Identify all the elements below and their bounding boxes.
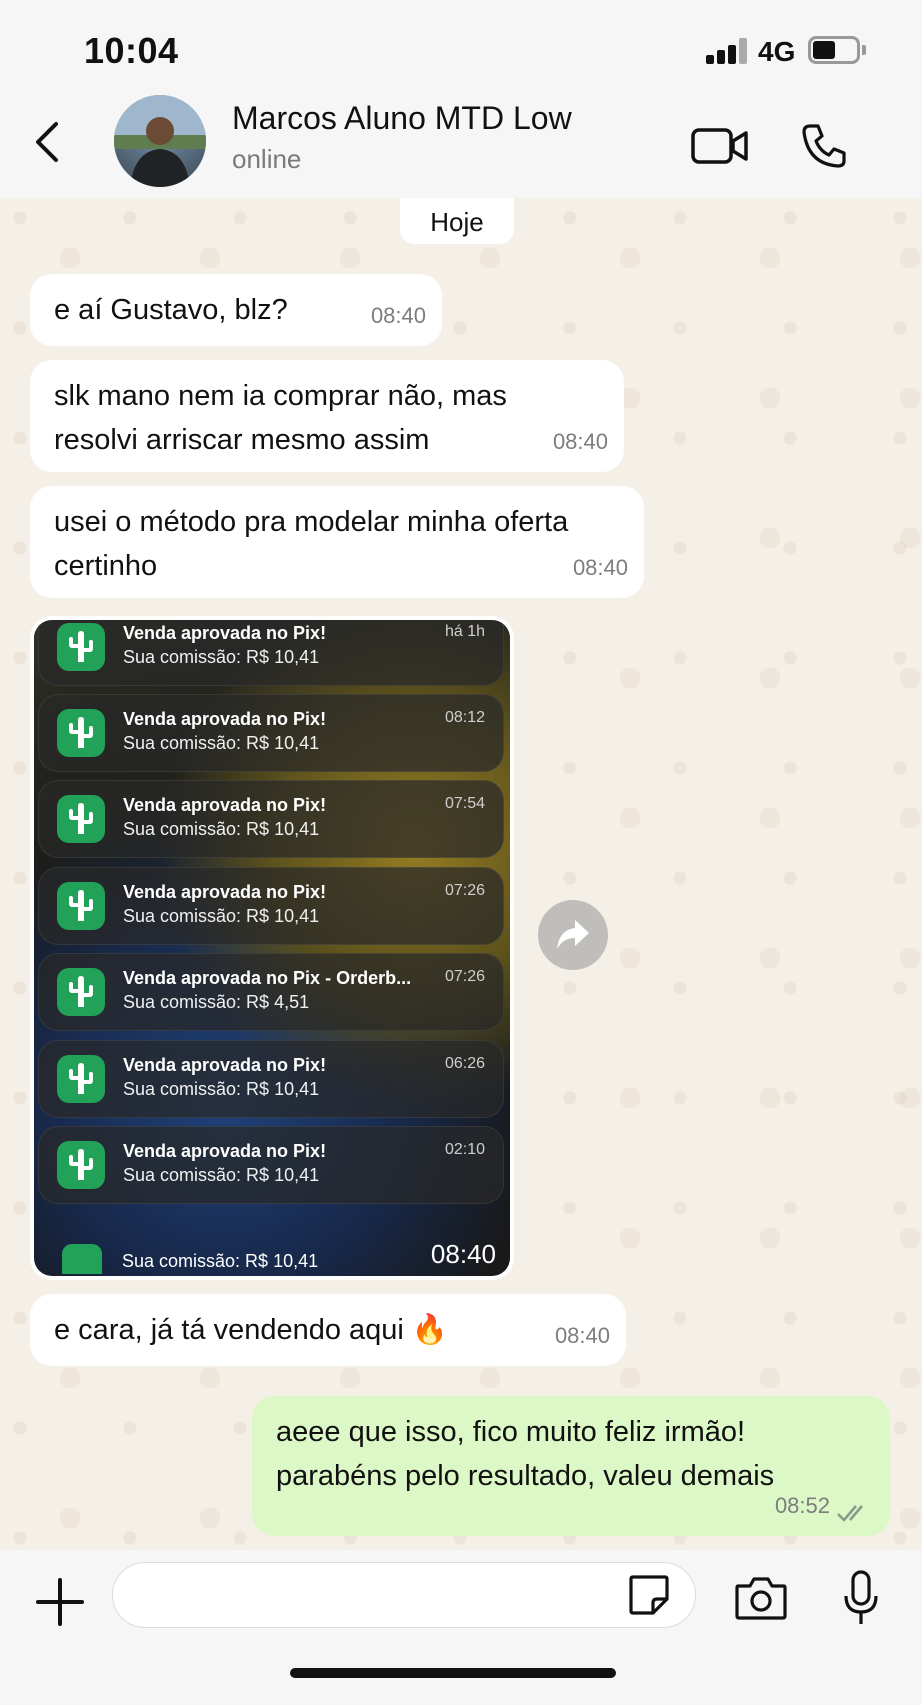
message-input[interactable] (112, 1562, 696, 1628)
notification-card: Venda aprovada no Pix - Orderb... Sua co… (38, 953, 504, 1031)
notification-time: 08:12 (444, 709, 485, 726)
notification-card: Venda aprovada no Pix! Sua comissão: R$ … (38, 1126, 504, 1204)
microphone-icon (844, 1570, 878, 1624)
sticker-button[interactable] (627, 1573, 671, 1617)
attach-button[interactable] (36, 1578, 84, 1626)
plus-icon (36, 1578, 84, 1626)
notification-card: Venda aprovada no Pix! Sua comissão: R$ … (38, 620, 504, 686)
notification-time: 06:26 (444, 1055, 485, 1072)
status-bar: 10:04 4G (0, 0, 922, 90)
notification-body: Sua comissão: R$ 10,41 (123, 733, 320, 753)
notification-body: Sua comissão: R$ 10,41 (123, 1165, 320, 1185)
message-time: 08:40 (430, 1239, 496, 1269)
notification-card: Venda aprovada no Pix! Sua comissão: R$ … (38, 867, 504, 945)
image-message[interactable]: Venda aprovada no Pix! Sua comissão: R$ … (30, 616, 514, 1280)
message-time: 08:52 (774, 1493, 830, 1518)
notification-time: 07:26 (444, 968, 485, 985)
notification-time: 07:26 (444, 882, 485, 899)
notification-card: Venda aprovada no Pix! Sua comissão: R$ … (38, 780, 504, 858)
cactus-app-icon (57, 882, 105, 930)
notification-title: Venda aprovada no Pix! (123, 1141, 327, 1161)
avatar[interactable] (114, 95, 206, 187)
notification-title: Venda aprovada no Pix! (123, 795, 327, 815)
video-call-button[interactable] (690, 126, 750, 166)
chevron-left-icon (36, 122, 58, 162)
message-time: 08:40 (572, 555, 628, 580)
cactus-app-icon (57, 1055, 105, 1103)
signal-icon (706, 38, 750, 64)
message-text: usei o método pra modelar minha oferta c… (54, 506, 569, 582)
phone-icon (802, 124, 846, 168)
message-bubble[interactable]: usei o método pra modelar minha oferta c… (30, 486, 644, 598)
message-bubble-outgoing[interactable]: aeee que isso, fico muito feliz irmão! p… (252, 1396, 890, 1536)
notification-body: Sua comissão: R$ 10,41 (123, 819, 320, 839)
back-button[interactable] (28, 114, 68, 170)
notification-time: 07:54 (444, 795, 485, 812)
message-time: 08:40 (554, 1323, 610, 1348)
voice-call-button[interactable] (800, 122, 848, 170)
notification-body: Sua comissão: R$ 10,41 (123, 906, 320, 926)
cactus-app-icon (57, 795, 105, 843)
double-check-icon (837, 1505, 863, 1522)
input-bar (0, 1550, 922, 1705)
notification-body: Sua comissão: R$ 10,41 (122, 1251, 319, 1271)
notification-title: Venda aprovada no Pix! (123, 623, 327, 643)
chat-header: Marcos Aluno MTD Low online (0, 90, 922, 198)
message-text: aeee que isso, fico muito feliz irmão! p… (276, 1416, 775, 1492)
microphone-button[interactable] (842, 1570, 880, 1628)
sticker-icon (629, 1575, 669, 1615)
message-bubble[interactable]: e cara, já tá vendendo aqui 🔥 08:40 (30, 1294, 626, 1366)
status-time: 10:04 (84, 30, 179, 71)
network-label: 4G (758, 36, 796, 67)
message-time: 08:40 (552, 429, 608, 454)
home-indicator[interactable] (290, 1668, 616, 1678)
notification-title: Venda aprovada no Pix! (123, 709, 327, 729)
cactus-app-icon (62, 1244, 102, 1274)
notification-title: Venda aprovada no Pix! (123, 1055, 327, 1075)
message-bubble[interactable]: e aí Gustavo, blz? 08:40 (30, 274, 442, 346)
notification-body: Sua comissão: R$ 10,41 (123, 1079, 320, 1099)
image-content: Venda aprovada no Pix! Sua comissão: R$ … (34, 620, 510, 1276)
notification-body: Sua comissão: R$ 4,51 (123, 992, 310, 1012)
notification-title: Venda aprovada no Pix! (123, 882, 327, 902)
video-camera-icon (691, 128, 748, 164)
notification-time: 02:10 (444, 1141, 485, 1158)
camera-icon (735, 1577, 787, 1620)
contact-name[interactable]: Marcos Aluno MTD Low (232, 100, 572, 137)
camera-button[interactable] (734, 1574, 788, 1622)
notification-card: Venda aprovada no Pix! Sua comissão: R$ … (38, 694, 504, 772)
message-text: slk mano nem ia comprar não, mas resolvi… (54, 380, 507, 456)
cactus-app-icon (57, 1141, 105, 1189)
contact-status: online (232, 144, 302, 174)
forward-arrow-icon (557, 920, 589, 949)
notification-card: Venda aprovada no Pix! Sua comissão: R$ … (38, 1040, 504, 1118)
message-text: e aí Gustavo, blz? (54, 294, 288, 326)
cactus-app-icon (57, 709, 105, 757)
cactus-app-icon (57, 968, 105, 1016)
notification-title: Venda aprovada no Pix - Orderb... (123, 968, 412, 988)
notification-time: há 1h (444, 623, 485, 640)
message-time: 08:40 (370, 303, 426, 328)
date-divider: Hoje (400, 198, 514, 244)
message-text: e cara, já tá vendendo aqui 🔥 (54, 1314, 449, 1346)
notification-body: Sua comissão: R$ 10,41 (123, 647, 320, 667)
message-bubble[interactable]: slk mano nem ia comprar não, mas resolvi… (30, 360, 624, 472)
forward-button[interactable] (538, 900, 608, 970)
battery-icon (808, 36, 866, 64)
cactus-app-icon (57, 623, 105, 671)
chat-area[interactable]: Hoje e aí Gustavo, blz? 08:40 slk mano n… (0, 198, 922, 1550)
